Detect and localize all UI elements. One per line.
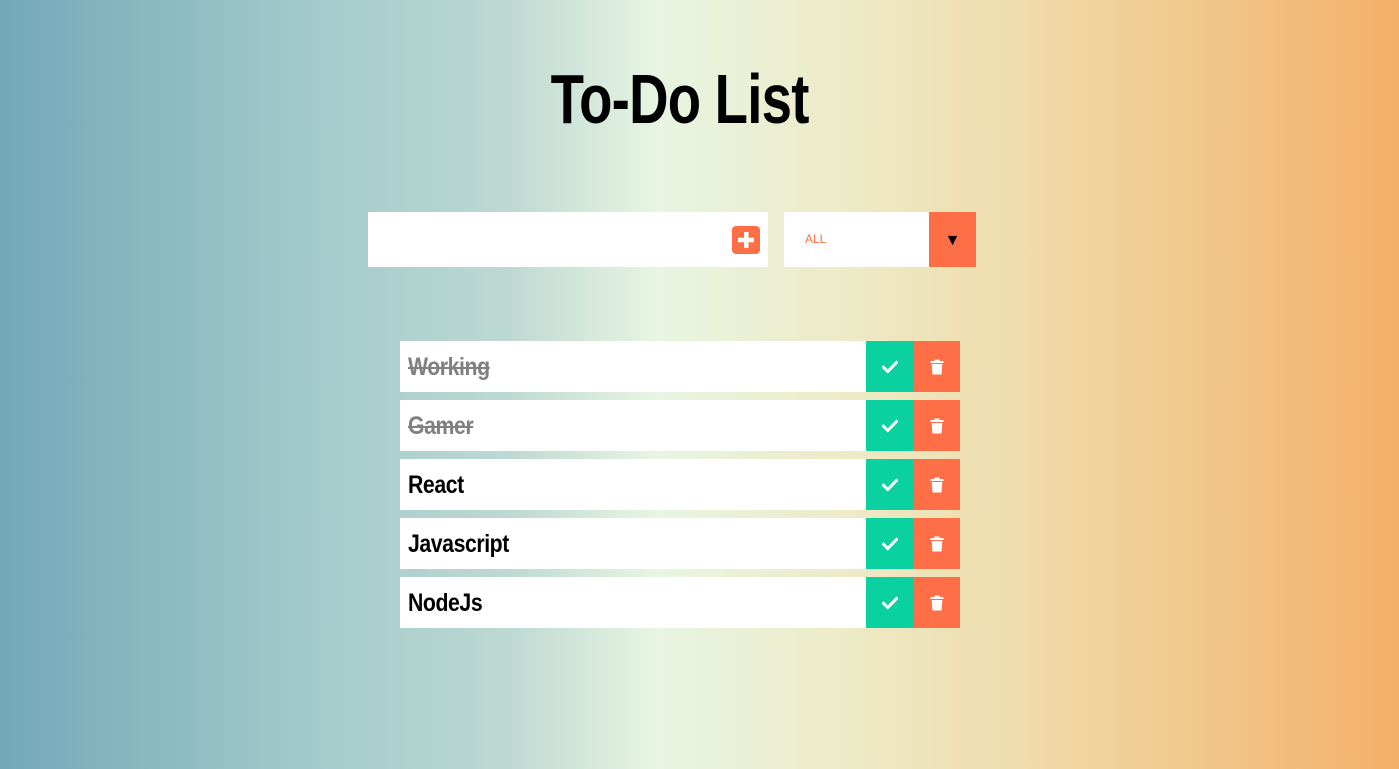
todo-item: React [400, 459, 960, 510]
todo-item: NodeJs [400, 577, 960, 628]
check-icon [882, 478, 898, 491]
caret-down-icon: ▼ [944, 232, 961, 249]
todo-item-text: NodeJs [400, 577, 866, 628]
trash-icon [930, 477, 944, 492]
page-title: To-Do List [550, 59, 810, 138]
trash-icon [930, 595, 944, 610]
todo-input[interactable] [368, 212, 724, 267]
todo-item: Working [400, 341, 960, 392]
add-todo-button[interactable] [732, 226, 760, 254]
check-icon [882, 596, 898, 609]
complete-button[interactable] [866, 459, 914, 510]
complete-button[interactable] [866, 341, 914, 392]
delete-button[interactable] [914, 518, 960, 569]
filter-selected-value: ALL [805, 232, 827, 246]
todo-item-text: Javascript [400, 518, 866, 569]
delete-button[interactable] [914, 341, 960, 392]
todo-item: Gamer [400, 400, 960, 451]
complete-button[interactable] [866, 400, 914, 451]
check-icon [882, 537, 898, 550]
todo-item-text: React [400, 459, 866, 510]
delete-button[interactable] [914, 577, 960, 628]
plus-square-icon [738, 232, 754, 248]
filter-select[interactable]: ALL ▼ [784, 212, 976, 267]
trash-icon [930, 536, 944, 551]
todo-item-text: Gamer [400, 400, 866, 451]
todo-item-text: Working [400, 341, 866, 392]
todo-list: Working Gamer React Javascript NodeJs [400, 341, 960, 636]
todo-input-wrapper [368, 212, 768, 267]
filter-dropdown-button[interactable]: ▼ [929, 212, 976, 267]
complete-button[interactable] [866, 577, 914, 628]
delete-button[interactable] [914, 400, 960, 451]
todo-item: Javascript [400, 518, 960, 569]
check-icon [882, 360, 898, 373]
complete-button[interactable] [866, 518, 914, 569]
delete-button[interactable] [914, 459, 960, 510]
trash-icon [930, 359, 944, 374]
check-icon [882, 419, 898, 432]
trash-icon [930, 418, 944, 433]
